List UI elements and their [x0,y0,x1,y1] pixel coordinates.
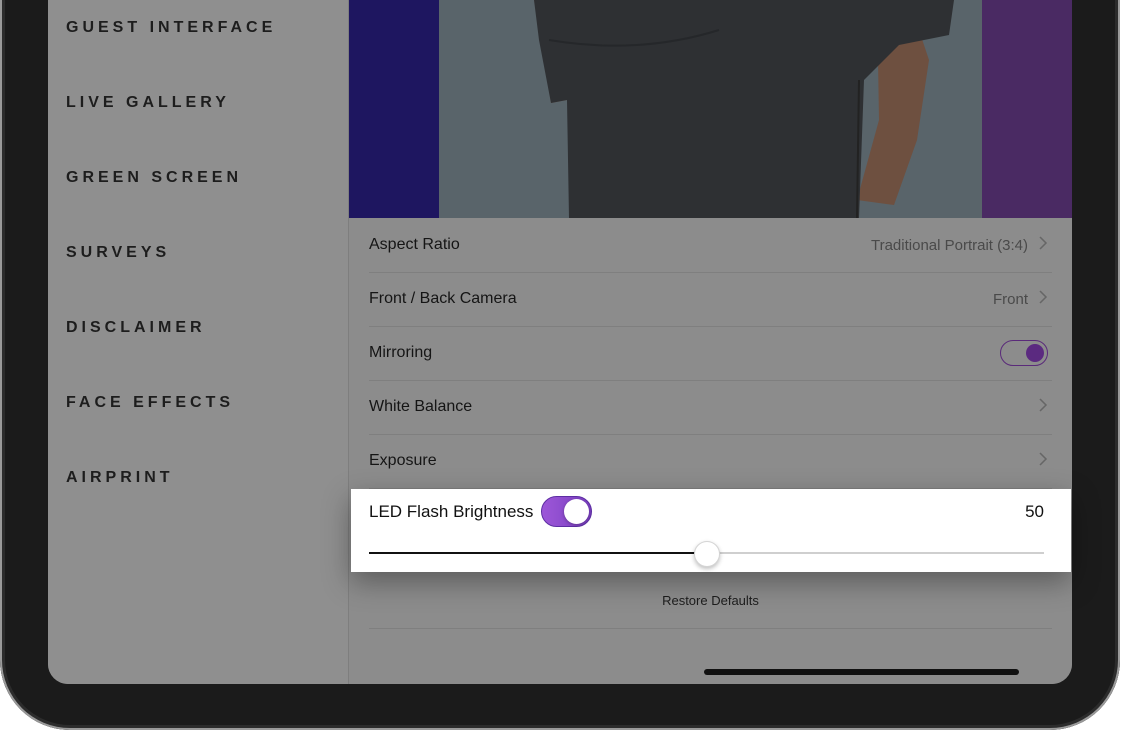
device-frame: GUEST INTERFACE LIVE GALLERY GREEN SCREE… [0,0,1120,730]
camera-value: Front [992,291,1028,308]
camera-preview [349,0,1072,218]
slider-fill [369,552,707,554]
person-image [534,0,954,218]
exposure-row[interactable]: Exposure [369,434,1052,489]
slider-thumb[interactable] [693,541,720,567]
chevron-right-icon [1039,398,1048,412]
white-balance-label: White Balance [369,398,473,415]
sidebar-item-live-gallery[interactable]: LIVE GALLERY [66,94,230,112]
screen: GUEST INTERFACE LIVE GALLERY GREEN SCREE… [48,0,1072,684]
settings-main: Aspect Ratio Traditional Portrait (3:4) … [349,0,1072,684]
sidebar-item-disclaimer[interactable]: DISCLAIMER [66,319,206,337]
sidebar-item-green-screen[interactable]: GREEN SCREEN [66,169,242,187]
led-flash-value: 50 [1025,502,1044,521]
sidebar-item-surveys[interactable]: SURVEYS [66,244,170,262]
camera-label: Front / Back Camera [369,290,517,307]
mirroring-row: Mirroring [369,326,1052,381]
chevron-right-icon [1039,452,1048,466]
led-flash-label: LED Flash Brightness [369,502,534,521]
led-flash-slider[interactable] [369,541,1044,567]
sidebar-item-face-effects[interactable]: FACE EFFECTS [66,394,234,412]
restore-defaults-button[interactable]: Restore Defaults [369,593,1052,608]
toggle-knob [564,499,589,524]
camera-row[interactable]: Front / Back Camera Front [369,272,1052,327]
exposure-label: Exposure [369,452,437,469]
aspect-ratio-label: Aspect Ratio [369,236,460,253]
toggle-knob [1026,344,1044,362]
led-flash-panel: LED Flash Brightness 50 [351,489,1071,572]
home-indicator [704,669,1019,675]
aspect-ratio-row[interactable]: Aspect Ratio Traditional Portrait (3:4) [369,218,1052,273]
sidebar-item-airprint[interactable]: AIRPRINT [66,469,174,487]
mirroring-label: Mirroring [369,344,433,361]
white-balance-row[interactable]: White Balance [369,380,1052,435]
aspect-ratio-value: Traditional Portrait (3:4) [870,237,1028,254]
chevron-right-icon [1039,236,1048,250]
mirroring-toggle[interactable] [1000,340,1048,366]
sidebar: GUEST INTERFACE LIVE GALLERY GREEN SCREE… [48,0,349,684]
led-flash-toggle[interactable] [541,496,592,527]
restore-defaults-row: Restore Defaults [369,574,1052,629]
chevron-right-icon [1039,290,1048,304]
sidebar-item-guest-interface[interactable]: GUEST INTERFACE [66,19,276,37]
